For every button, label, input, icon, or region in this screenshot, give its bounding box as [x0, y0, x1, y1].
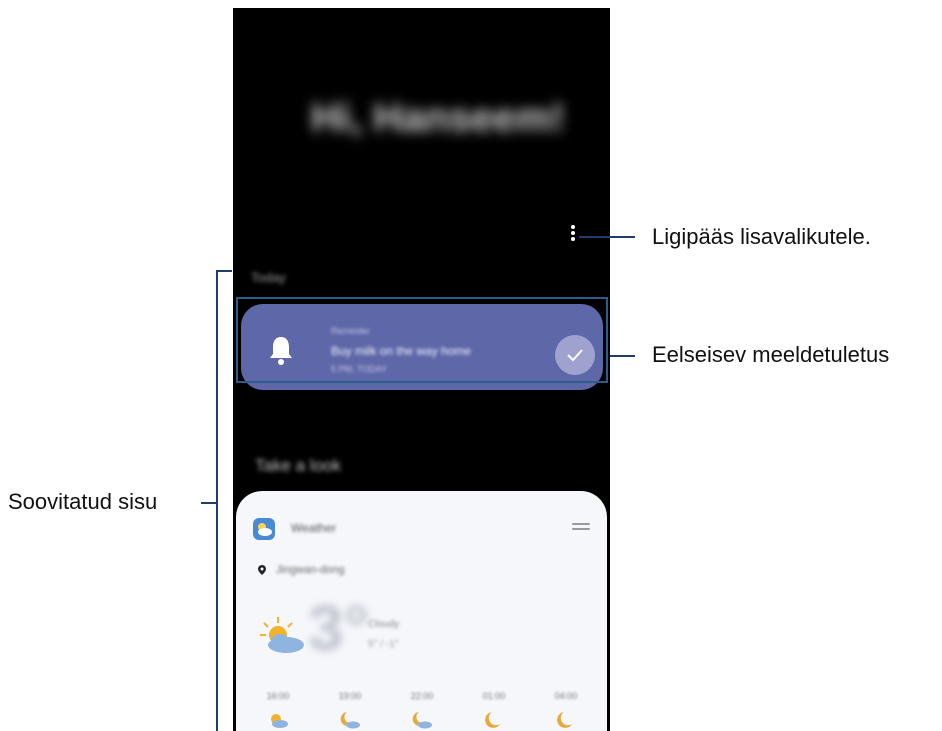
hourly-item: 16:00 — [258, 691, 298, 729]
sun-cloud-icon — [260, 617, 304, 653]
callout-suggested-content: Soovitatud sisu — [8, 489, 158, 514]
location-text: Jingwan-dong — [276, 564, 345, 576]
reminder-highlight-box — [236, 297, 608, 383]
callout-more-options: Ligipääs lisavalikutele. — [652, 224, 871, 249]
weather-card[interactable]: Weather Jingwan-dong 3° Cloudy 5° / -1° … — [236, 491, 607, 731]
hourly-item: 19:00 — [330, 691, 370, 729]
callout-line-more-options — [579, 236, 635, 238]
hourly-forecast: 16:00 19:00 22:00 01:00 04:00 — [258, 691, 588, 731]
callout-bracket-vertical — [216, 270, 218, 731]
greeting-text: Hi, Hanseem! — [311, 96, 565, 140]
hour-time: 04:00 — [554, 691, 578, 701]
weather-description: Cloudy — [368, 619, 400, 630]
sun-cloud-icon — [271, 714, 288, 728]
hourly-item: 22:00 — [402, 691, 442, 729]
section-today-label: Today — [251, 270, 286, 285]
location-pin-icon — [258, 565, 266, 575]
hour-time: 19:00 — [338, 691, 362, 701]
section-take-a-look-label: Take a look — [255, 456, 341, 475]
callout-line-reminder — [610, 355, 635, 357]
hourly-item: 04:00 — [546, 691, 586, 729]
weather-title: Weather — [291, 521, 337, 535]
moon-icon — [557, 712, 572, 728]
temperature: 3° — [308, 592, 370, 664]
moon-icon — [485, 712, 500, 728]
hour-time: 01:00 — [482, 691, 506, 701]
callout-bracket-top — [216, 270, 232, 272]
hour-time: 22:00 — [410, 691, 434, 701]
drag-handle-icon[interactable] — [572, 523, 590, 533]
hour-time: 16:00 — [266, 691, 290, 701]
moon-cloud-icon — [412, 712, 432, 729]
weather-app-icon — [253, 518, 275, 540]
temperature-range: 5° / -1° — [368, 639, 399, 650]
callout-reminder: Eelseisev meeldetuletus — [652, 342, 890, 367]
callout-bracket-tick — [201, 502, 216, 504]
moon-cloud-icon — [340, 712, 360, 729]
hourly-item: 01:00 — [474, 691, 514, 729]
more-options-icon[interactable] — [571, 225, 577, 245]
